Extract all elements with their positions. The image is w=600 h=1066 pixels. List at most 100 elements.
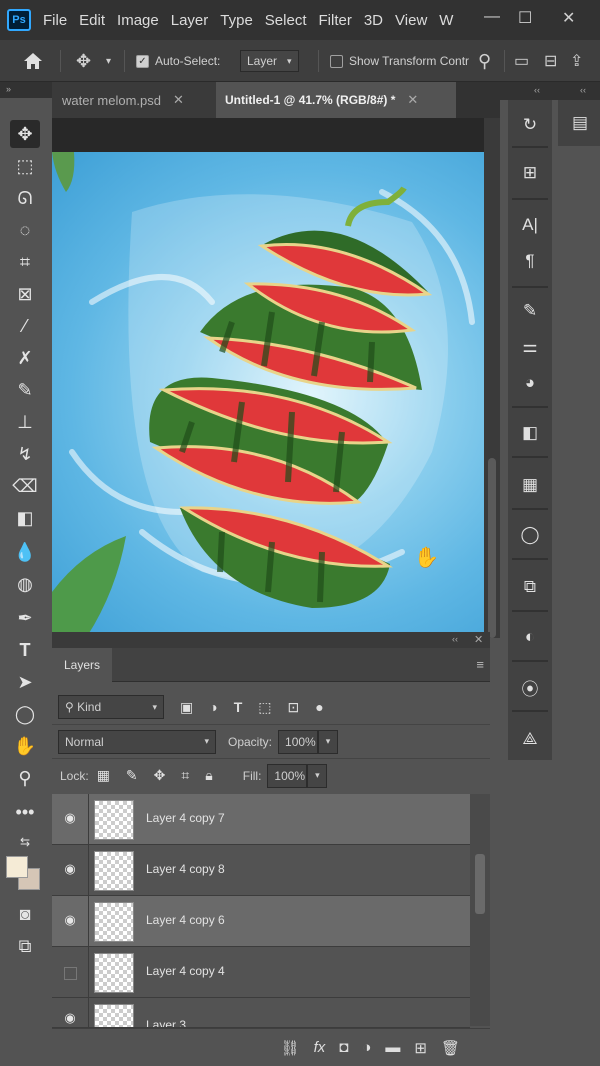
expand-toolbar-icon[interactable]: » bbox=[6, 84, 11, 94]
move-tool-icon[interactable]: ✥ bbox=[76, 40, 91, 82]
visibility-eye-icon[interactable]: ◉ bbox=[62, 912, 78, 928]
add-mask-icon[interactable]: ◘ bbox=[339, 1039, 348, 1056]
table-panel-icon[interactable]: ▦ bbox=[515, 470, 545, 500]
paths-panel-icon[interactable]: ⟁ bbox=[515, 724, 545, 754]
close-tab-icon[interactable]: ✕ bbox=[407, 92, 418, 108]
navigator-panel-icon[interactable]: ⧉ bbox=[515, 572, 545, 602]
adjustment-layer-filter-icon[interactable]: ◑ bbox=[209, 699, 217, 715]
layer-row[interactable]: ◉ Layer 3 bbox=[52, 998, 470, 1028]
type-layer-filter-icon[interactable]: T bbox=[234, 699, 243, 715]
menu-type[interactable]: Type bbox=[220, 12, 253, 29]
menu-select[interactable]: Select bbox=[265, 12, 307, 29]
pen-tool-icon[interactable]: ✒ bbox=[10, 604, 40, 632]
visibility-toggle-off[interactable] bbox=[64, 967, 77, 980]
minimize-icon[interactable]: — bbox=[484, 8, 500, 26]
libraries-panel-icon[interactable]: ⊞ bbox=[515, 158, 545, 188]
swap-colors-icon[interactable]: ⇆ bbox=[10, 828, 40, 856]
tool-preset-chevron-icon[interactable]: ▾ bbox=[106, 40, 111, 82]
new-group-folder-icon[interactable]: ▬ bbox=[385, 1039, 400, 1056]
filter-kind-dropdown[interactable]: ⚲ Kind ▾ bbox=[58, 695, 164, 719]
auto-select-checkbox[interactable]: ✓ Auto-Select: bbox=[136, 40, 220, 82]
edit-toolbar-icon[interactable]: ••• bbox=[10, 798, 40, 826]
menu-3d[interactable]: 3D bbox=[364, 12, 383, 29]
marquee-tool-icon[interactable]: ⬚ bbox=[10, 152, 40, 180]
show-transform-controls-checkbox[interactable]: Show Transform Contr bbox=[330, 40, 469, 82]
move-tool-icon[interactable]: ✥ bbox=[10, 120, 40, 148]
properties-panel-icon[interactable]: ▤ bbox=[565, 108, 595, 138]
share-icon[interactable]: ⇪ bbox=[570, 40, 583, 82]
lock-all-icon[interactable]: 🔒︎ bbox=[205, 767, 212, 784]
brushes-panel-icon[interactable]: ✎ bbox=[515, 296, 545, 326]
color-panel-icon[interactable]: ◐ bbox=[515, 622, 545, 652]
auto-select-dropdown[interactable]: Layer ▾ bbox=[240, 40, 299, 82]
history-panel-icon[interactable]: ↻ bbox=[515, 110, 545, 140]
layers-scrollbar[interactable] bbox=[470, 794, 490, 1026]
visibility-eye-icon[interactable]: ◉ bbox=[62, 810, 78, 826]
home-icon[interactable] bbox=[22, 40, 44, 82]
close-panel-icon[interactable]: ✕ bbox=[474, 633, 483, 646]
lock-artboard-icon[interactable]: ⌗ bbox=[181, 767, 189, 784]
close-tab-icon[interactable]: ✕ bbox=[173, 92, 184, 108]
smart-object-filter-icon[interactable]: ⊡ bbox=[288, 699, 300, 716]
collapse-dock-icon[interactable]: ‹‹ bbox=[580, 85, 586, 95]
new-layer-icon[interactable]: ⊞ bbox=[414, 1039, 427, 1057]
zoom-tool-icon[interactable]: ⚲ bbox=[10, 764, 40, 792]
brush-tool-icon[interactable]: ✎ bbox=[10, 376, 40, 404]
character-panel-icon[interactable]: A| bbox=[515, 210, 545, 240]
clone-stamp-tool-icon[interactable]: ⊥ bbox=[10, 408, 40, 436]
layers-tab[interactable]: Layers bbox=[52, 648, 112, 682]
adjustments-panel-icon[interactable]: ⚌ bbox=[515, 332, 545, 362]
eraser-tool-icon[interactable]: ⌫ bbox=[10, 472, 40, 500]
frame-tool-icon[interactable]: ⊠ bbox=[10, 280, 40, 308]
new-adjustment-layer-icon[interactable]: ◑ bbox=[362, 1039, 371, 1056]
shape-layer-filter-icon[interactable]: ⬚ bbox=[258, 699, 271, 716]
opacity-slider-toggle[interactable]: ▾ bbox=[318, 729, 339, 754]
layer-style-fx-icon[interactable]: fx bbox=[314, 1039, 326, 1056]
history-brush-tool-icon[interactable]: ↯ bbox=[10, 440, 40, 468]
quick-selection-tool-icon[interactable]: ◌ bbox=[10, 216, 40, 244]
lock-image-pixels-icon[interactable]: ✎ bbox=[126, 767, 138, 784]
blend-mode-dropdown[interactable]: Normal ▾ bbox=[58, 729, 216, 754]
gradients-panel-icon[interactable]: ◧ bbox=[515, 418, 545, 448]
crop-tool-icon[interactable]: ⌗ bbox=[10, 248, 40, 276]
pixel-layer-filter-icon[interactable]: ▣ bbox=[180, 699, 193, 716]
panel-menu-icon[interactable]: ≡ bbox=[476, 657, 484, 672]
type-tool-icon[interactable]: T bbox=[10, 636, 40, 664]
maximize-icon[interactable]: ☐ bbox=[518, 8, 532, 28]
menu-view[interactable]: View bbox=[395, 12, 427, 29]
delete-layer-trash-icon[interactable]: 🗑︎ bbox=[441, 1039, 460, 1057]
menu-filter[interactable]: Filter bbox=[319, 12, 352, 29]
align-icon[interactable]: ⊟ bbox=[544, 40, 557, 82]
collapse-dock-icon[interactable]: ‹‹ bbox=[534, 85, 540, 95]
tab-untitled-1[interactable]: Untitled-1 @ 41.7% (RGB/8#) * ✕ bbox=[216, 82, 456, 118]
dodge-tool-icon[interactable]: ◍ bbox=[10, 570, 40, 598]
menu-image[interactable]: Image bbox=[117, 12, 159, 29]
menu-file[interactable]: File bbox=[43, 12, 67, 29]
opacity-input[interactable]: 100% bbox=[278, 729, 319, 754]
ellipse-tool-icon[interactable]: ◯ bbox=[10, 700, 40, 728]
screen-mode-icon[interactable]: ⧉ bbox=[10, 932, 40, 960]
fill-input[interactable]: 100% bbox=[267, 763, 308, 788]
close-icon[interactable]: ✕ bbox=[562, 8, 575, 28]
canvas-vertical-scrollbar[interactable] bbox=[484, 118, 500, 638]
align-left-edges-icon[interactable]: ▭ bbox=[514, 40, 529, 82]
layer-row[interactable]: ◉ Layer 4 copy 6 bbox=[52, 896, 470, 947]
layer-row[interactable]: Layer 4 copy 4 bbox=[52, 947, 470, 998]
search-icon[interactable]: ⚲ bbox=[478, 40, 491, 82]
swatches-panel-icon[interactable]: ◕ bbox=[515, 368, 545, 398]
blur-tool-icon[interactable]: 💧 bbox=[10, 538, 40, 566]
layer-row[interactable]: ◉ Layer 4 copy 8 bbox=[52, 845, 470, 896]
fill-slider-toggle[interactable]: ▾ bbox=[307, 763, 328, 788]
lasso-tool-icon[interactable]: ᘏ bbox=[10, 184, 40, 212]
menu-edit[interactable]: Edit bbox=[79, 12, 105, 29]
visibility-eye-icon[interactable]: ◉ bbox=[62, 861, 78, 877]
healing-brush-tool-icon[interactable]: ✗ bbox=[10, 344, 40, 372]
menu-layer[interactable]: Layer bbox=[171, 12, 209, 29]
filter-toggle-icon[interactable]: ● bbox=[315, 699, 323, 715]
document-canvas[interactable]: ✋ bbox=[52, 152, 484, 638]
link-layers-icon[interactable]: ⛓ bbox=[281, 1039, 300, 1057]
eyedropper-tool-icon[interactable]: ⁄ bbox=[10, 312, 40, 340]
lock-position-icon[interactable]: ✥ bbox=[154, 767, 166, 784]
paragraph-panel-icon[interactable]: ¶ bbox=[515, 246, 545, 276]
foreground-color-swatch[interactable] bbox=[6, 856, 28, 878]
